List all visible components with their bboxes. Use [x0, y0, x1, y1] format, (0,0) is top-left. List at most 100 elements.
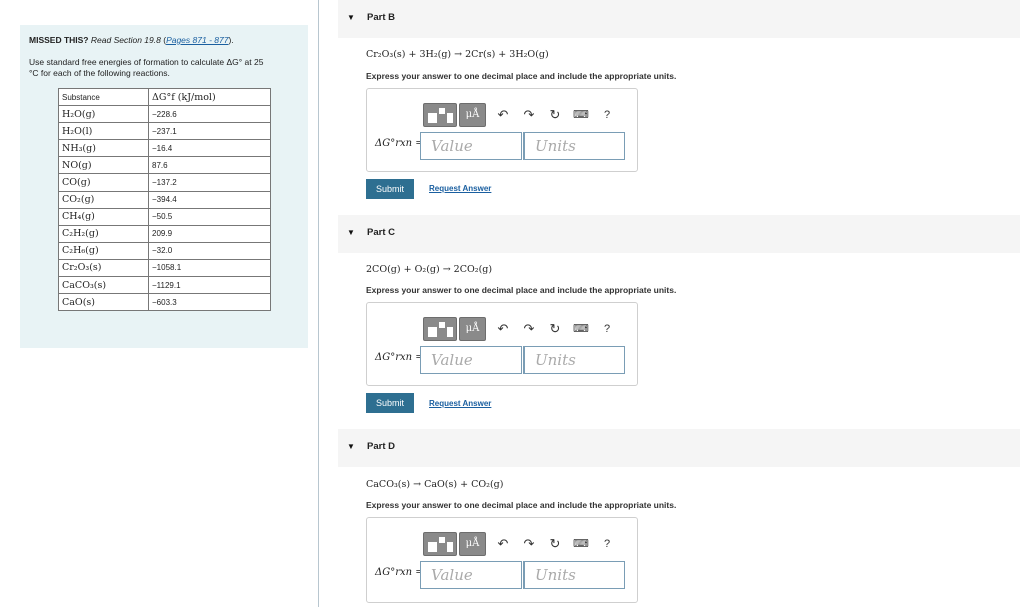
free-energy-cell: −1129.1 [148, 276, 271, 295]
free-energy-cell: −237.1 [148, 122, 271, 141]
units-symbols-button[interactable]: μÅ [459, 532, 486, 556]
reaction-equation: Cr₂O₃(s) + 3H₂(g) → 2Cr(s) + 3H₂O(g) [366, 49, 549, 60]
free-energy-table: Substance ΔG°f (kJ/mol) H₂O(g) −228.6 H₂O(… [58, 87, 271, 312]
keyboard-icon[interactable]: ⌨ [573, 532, 589, 556]
table-row: CaCO₃(s) −1129.1 [58, 276, 271, 295]
substance-cell: CH₄(g) [58, 207, 149, 226]
header-free-energy: ΔG°f (kJ/mol) [148, 87, 271, 107]
undo-icon[interactable]: ↶ [495, 103, 511, 127]
free-energy-cell: −50.5 [148, 207, 271, 226]
reset-icon[interactable]: ↻ [547, 317, 563, 341]
reaction-equation: CaCO₃(s) → CaO(s) + CO₂(g) [366, 479, 504, 490]
value-input[interactable]: Value [420, 561, 522, 589]
substance-cell: C₂H₂(g) [58, 224, 149, 243]
substance-cell: C₂H₆(g) [58, 241, 149, 260]
collapse-caret-icon[interactable]: ▼ [347, 228, 355, 237]
collapse-caret-icon[interactable]: ▼ [347, 13, 355, 22]
redo-icon[interactable]: ↷ [521, 532, 537, 556]
table-row: H₂O(g) −228.6 [58, 105, 271, 124]
table-row: C₂H₆(g) −32.0 [58, 241, 271, 260]
part-c-header[interactable]: ▼ Part C [338, 215, 1020, 253]
table-row: NO(g) 87.6 [58, 156, 271, 175]
help-icon[interactable]: ? [599, 532, 615, 556]
answer-instruction: Express your answer to one decimal place… [366, 71, 677, 81]
templates-button[interactable] [423, 103, 457, 127]
answer-box: μÅ ↶ ↷ ↻ ⌨ ? ΔG°rxn = Value Units [366, 88, 638, 172]
help-icon[interactable]: ? [599, 317, 615, 341]
free-energy-cell: −228.6 [148, 105, 271, 124]
instruction-line-1: Use standard free energies of formation … [29, 57, 264, 67]
header-substance: Substance [58, 87, 149, 107]
redo-icon[interactable]: ↷ [521, 317, 537, 341]
undo-icon[interactable]: ↶ [495, 317, 511, 341]
answer-instruction: Express your answer to one decimal place… [366, 285, 677, 295]
templates-button[interactable] [423, 317, 457, 341]
submit-button[interactable]: Submit [366, 393, 414, 413]
units-symbols-button[interactable]: μÅ [459, 317, 486, 341]
keyboard-icon[interactable]: ⌨ [573, 317, 589, 341]
free-energy-cell: −32.0 [148, 241, 271, 260]
units-input[interactable]: Units [523, 132, 625, 160]
table-header-row: Substance ΔG°f (kJ/mol) [58, 87, 271, 107]
hint-panel: MISSED THIS? Read Section 19.8 (Pages 87… [20, 25, 308, 348]
part-title: Part B [367, 12, 395, 23]
answer-box: μÅ ↶ ↷ ↻ ⌨ ? ΔG°rxn = Value Units [366, 302, 638, 386]
free-energy-cell: 209.9 [148, 224, 271, 243]
free-energy-cell: −16.4 [148, 139, 271, 158]
help-icon[interactable]: ? [599, 103, 615, 127]
substance-cell: CaCO₃(s) [58, 276, 149, 295]
keyboard-icon[interactable]: ⌨ [573, 103, 589, 127]
delta-g-label: ΔG°rxn = [375, 138, 424, 149]
substance-cell: CO₂(g) [58, 190, 149, 209]
table-row: CH₄(g) −50.5 [58, 207, 271, 226]
table-row: CO₂(g) −394.4 [58, 190, 271, 209]
table-row: NH₃(g) −16.4 [58, 139, 271, 158]
reaction-equation: 2CO(g) + O₂(g) → 2CO₂(g) [366, 264, 493, 275]
part-d-header[interactable]: ▼ Part D [338, 429, 1020, 467]
substance-cell: CaO(s) [58, 293, 149, 312]
pages-link[interactable]: Pages 871 - 877 [166, 35, 228, 45]
instruction-line-2: °C for each of the following reactions. [29, 68, 170, 78]
substance-cell: NH₃(g) [58, 139, 149, 158]
reset-icon[interactable]: ↻ [547, 103, 563, 127]
table-row: C₂H₂(g) 209.9 [58, 224, 271, 243]
substance-cell: H₂O(g) [58, 105, 149, 124]
part-title: Part C [367, 227, 395, 238]
delta-g-label: ΔG°rxn = [375, 352, 424, 363]
read-section-text: Read Section 19.8 [90, 35, 161, 45]
substance-cell: NO(g) [58, 156, 149, 175]
free-energy-cell: −1058.1 [148, 258, 271, 278]
panel-divider [318, 0, 319, 607]
delta-g-label: ΔG°rxn = [375, 567, 424, 578]
part-b-header[interactable]: ▼ Part B [338, 0, 1020, 38]
value-input[interactable]: Value [420, 132, 522, 160]
table-row: CaO(s) −603.3 [58, 293, 271, 312]
part-title: Part D [367, 441, 395, 452]
substance-cell: H₂O(l) [58, 122, 149, 141]
instruction-text: Use standard free energies of formation … [29, 57, 299, 79]
redo-icon[interactable]: ↷ [521, 103, 537, 127]
units-input[interactable]: Units [523, 561, 625, 589]
table-row: Cr₂O₃(s) −1058.1 [58, 258, 271, 278]
reset-icon[interactable]: ↻ [547, 532, 563, 556]
units-symbols-button[interactable]: μÅ [459, 103, 486, 127]
undo-icon[interactable]: ↶ [495, 532, 511, 556]
units-input[interactable]: Units [523, 346, 625, 374]
answer-box: μÅ ↶ ↷ ↻ ⌨ ? ΔG°rxn = Value Units [366, 517, 638, 603]
missed-label: MISSED THIS? [29, 35, 89, 45]
free-energy-cell: −603.3 [148, 293, 271, 312]
free-energy-cell: −394.4 [148, 190, 271, 209]
missed-this-line: MISSED THIS? Read Section 19.8 (Pages 87… [29, 35, 234, 45]
templates-button[interactable] [423, 532, 457, 556]
value-input[interactable]: Value [420, 346, 522, 374]
submit-button[interactable]: Submit [366, 179, 414, 199]
table-row: CO(g) −137.2 [58, 173, 271, 192]
request-answer-link[interactable]: Request Answer [429, 184, 491, 193]
collapse-caret-icon[interactable]: ▼ [347, 442, 355, 451]
substance-cell: Cr₂O₃(s) [58, 258, 149, 278]
free-energy-cell: −137.2 [148, 173, 271, 192]
substance-cell: CO(g) [58, 173, 149, 192]
request-answer-link[interactable]: Request Answer [429, 399, 491, 408]
answer-instruction: Express your answer to one decimal place… [366, 500, 677, 510]
free-energy-cell: 87.6 [148, 156, 271, 175]
